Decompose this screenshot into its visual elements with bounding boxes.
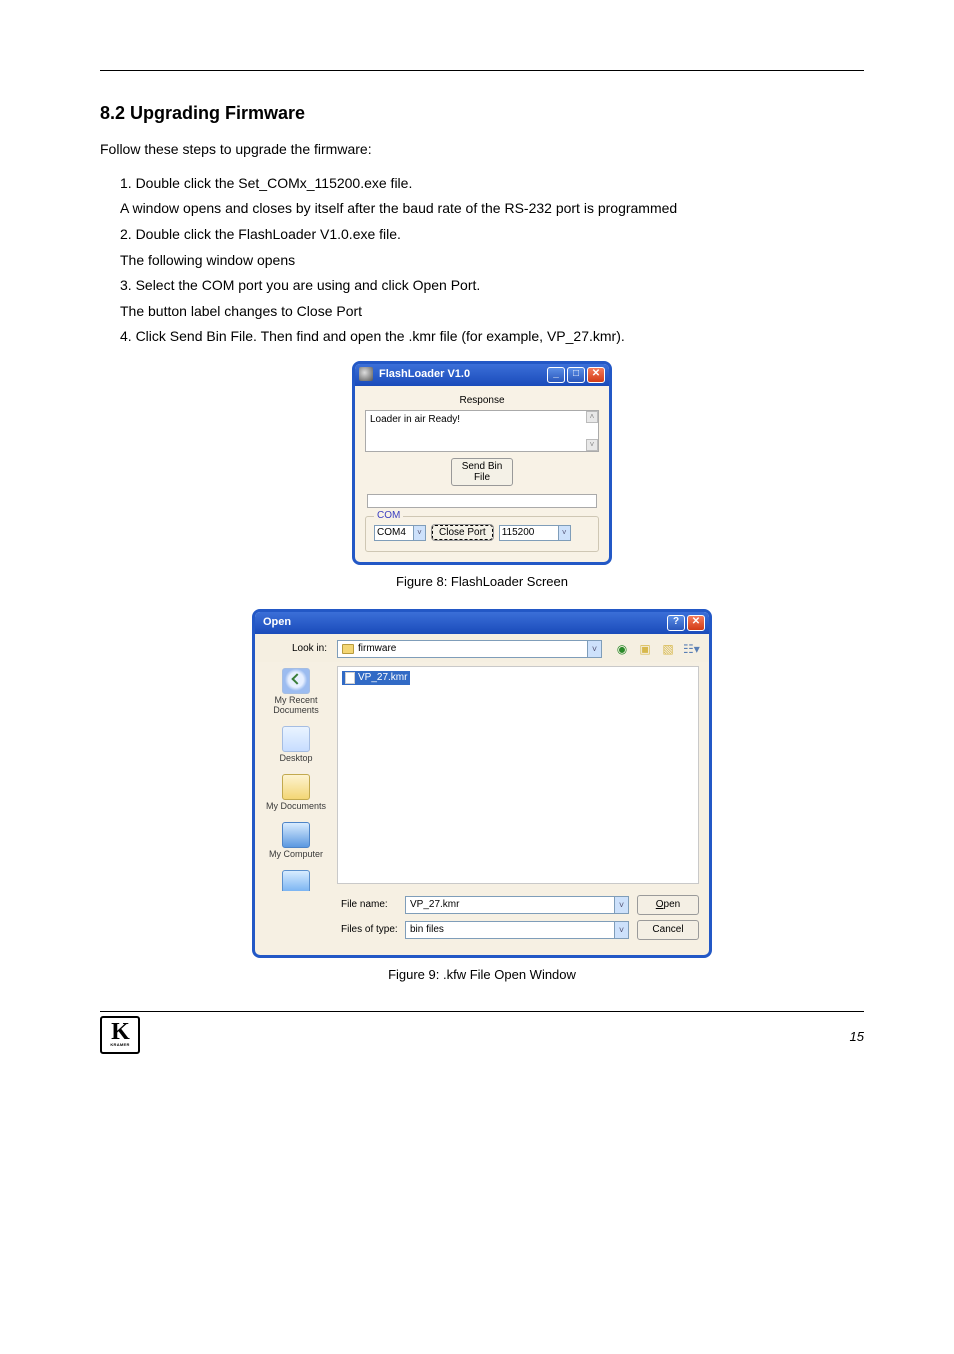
dialog-title: Open bbox=[263, 615, 291, 630]
folder-icon bbox=[342, 644, 354, 654]
com-port-select[interactable]: COM4 ˅ bbox=[374, 525, 426, 541]
send-bin-file-button[interactable]: Send Bin File bbox=[451, 458, 514, 486]
file-item-selected[interactable]: VP_27.kmr bbox=[342, 671, 410, 685]
chevron-down-icon[interactable]: ˅ bbox=[614, 922, 628, 938]
close-port-button[interactable]: Close Port bbox=[432, 525, 493, 540]
files-of-type-select[interactable]: bin files ˅ bbox=[405, 921, 629, 939]
flashloader-window: FlashLoader V1.0 _ □ ✕ Response Loader i… bbox=[352, 361, 612, 565]
look-in-value: firmware bbox=[358, 642, 396, 656]
file-name-value: VP_27.kmr bbox=[410, 898, 459, 912]
step-4: 4. Click Send Bin File. Then find and op… bbox=[100, 327, 864, 347]
back-icon[interactable]: ◉ bbox=[614, 641, 630, 657]
chevron-down-icon[interactable]: ˅ bbox=[413, 526, 425, 540]
brand-logo: K KRAMER bbox=[100, 1016, 140, 1054]
chevron-down-icon[interactable]: ˅ bbox=[558, 526, 570, 540]
figure-8-caption: Figure 8: FlashLoader Screen bbox=[100, 573, 864, 591]
sidebar-item-documents[interactable]: My Documents bbox=[255, 774, 337, 812]
file-name-label: File name: bbox=[341, 898, 405, 912]
documents-icon bbox=[282, 774, 310, 800]
figure-9-bottom-overlay: File name: VP_27.kmr ˅ Open Files of typ… bbox=[100, 898, 864, 958]
com-port-value: COM4 bbox=[377, 526, 406, 540]
views-icon[interactable]: ☷▾ bbox=[683, 641, 699, 657]
figure-9: Open ? ✕ Look in: firmware ˅ ◉ ▣ ▧ ☷▾ bbox=[100, 609, 864, 916]
progress-bar bbox=[367, 494, 597, 508]
page-number: 15 bbox=[850, 1028, 864, 1046]
sidebar-item-recent[interactable]: My Recent Documents bbox=[255, 668, 337, 716]
step-3: 3. Select the COM port you are using and… bbox=[100, 276, 864, 296]
desktop-icon bbox=[282, 726, 310, 752]
figure-9-caption: Figure 9: .kfw File Open Window bbox=[100, 966, 864, 984]
baud-rate-select[interactable]: 115200 ˅ bbox=[499, 525, 571, 541]
scroll-up-icon[interactable]: ˄ bbox=[586, 411, 598, 423]
figure-8: FlashLoader V1.0 _ □ ✕ Response Loader i… bbox=[100, 361, 864, 565]
dialog-titlebar[interactable]: Open ? ✕ bbox=[255, 612, 709, 634]
places-sidebar: My Recent Documents Desktop My Documents… bbox=[255, 662, 337, 913]
file-list-area[interactable]: VP_27.kmr bbox=[337, 666, 699, 884]
response-textarea[interactable]: Loader in air Ready! ˄ ˅ bbox=[365, 410, 599, 452]
logo-letter: K bbox=[111, 1022, 129, 1042]
step-3-note: The button label changes to Close Port bbox=[120, 302, 864, 322]
files-of-type-value: bin files bbox=[410, 923, 444, 937]
app-icon bbox=[359, 367, 373, 381]
com-group-label: COM bbox=[374, 509, 403, 523]
file-name-input[interactable]: VP_27.kmr ˅ bbox=[405, 896, 629, 914]
minimize-icon[interactable]: _ bbox=[547, 367, 565, 383]
step-2-note: The following window opens bbox=[120, 251, 864, 271]
response-text: Loader in air Ready! bbox=[370, 414, 460, 425]
open-button[interactable]: Open bbox=[637, 895, 699, 915]
up-one-level-icon[interactable]: ▣ bbox=[637, 641, 653, 657]
sidebar-item-computer[interactable]: My Computer bbox=[255, 822, 337, 860]
maximize-icon[interactable]: □ bbox=[567, 367, 585, 383]
file-open-dialog: Open ? ✕ Look in: firmware ˅ ◉ ▣ ▧ ☷▾ bbox=[252, 609, 712, 916]
window-titlebar[interactable]: FlashLoader V1.0 _ □ ✕ bbox=[355, 364, 609, 386]
close-icon[interactable]: ✕ bbox=[687, 615, 705, 631]
cancel-button[interactable]: Cancel bbox=[637, 920, 699, 940]
header-rule bbox=[100, 70, 864, 71]
files-of-type-label: Files of type: bbox=[341, 923, 405, 937]
com-group: COM COM4 ˅ Close Port 115200 ˅ bbox=[365, 516, 599, 552]
intro-text: Follow these steps to upgrade the firmwa… bbox=[100, 140, 864, 160]
sidebar-item-desktop[interactable]: Desktop bbox=[255, 726, 337, 764]
section-title: 8.2 Upgrading Firmware bbox=[100, 101, 864, 126]
file-icon bbox=[345, 672, 355, 684]
step-2: 2. Double click the FlashLoader V1.0.exe… bbox=[100, 225, 864, 245]
footer-rule: K KRAMER 15 bbox=[100, 1011, 864, 1054]
selected-file-name: VP_27.kmr bbox=[358, 671, 407, 685]
step-1-note: A window opens and closes by itself afte… bbox=[120, 199, 864, 219]
logo-brand-text: KRAMER bbox=[110, 1042, 129, 1048]
computer-icon bbox=[282, 822, 310, 848]
step-1: 1. Double click the Set_COMx_115200.exe … bbox=[100, 174, 864, 194]
chevron-down-icon[interactable]: ˅ bbox=[614, 897, 628, 913]
look-in-select[interactable]: firmware ˅ bbox=[337, 640, 602, 658]
scroll-down-icon[interactable]: ˅ bbox=[586, 439, 598, 451]
baud-rate-value: 115200 bbox=[502, 526, 535, 540]
help-icon[interactable]: ? bbox=[667, 615, 685, 631]
window-title: FlashLoader V1.0 bbox=[379, 367, 470, 382]
close-icon[interactable]: ✕ bbox=[587, 367, 605, 383]
response-label: Response bbox=[365, 394, 599, 408]
chevron-down-icon[interactable]: ˅ bbox=[587, 641, 601, 657]
recent-documents-icon bbox=[282, 668, 310, 694]
look-in-label: Look in: bbox=[265, 642, 327, 656]
new-folder-icon[interactable]: ▧ bbox=[660, 641, 676, 657]
